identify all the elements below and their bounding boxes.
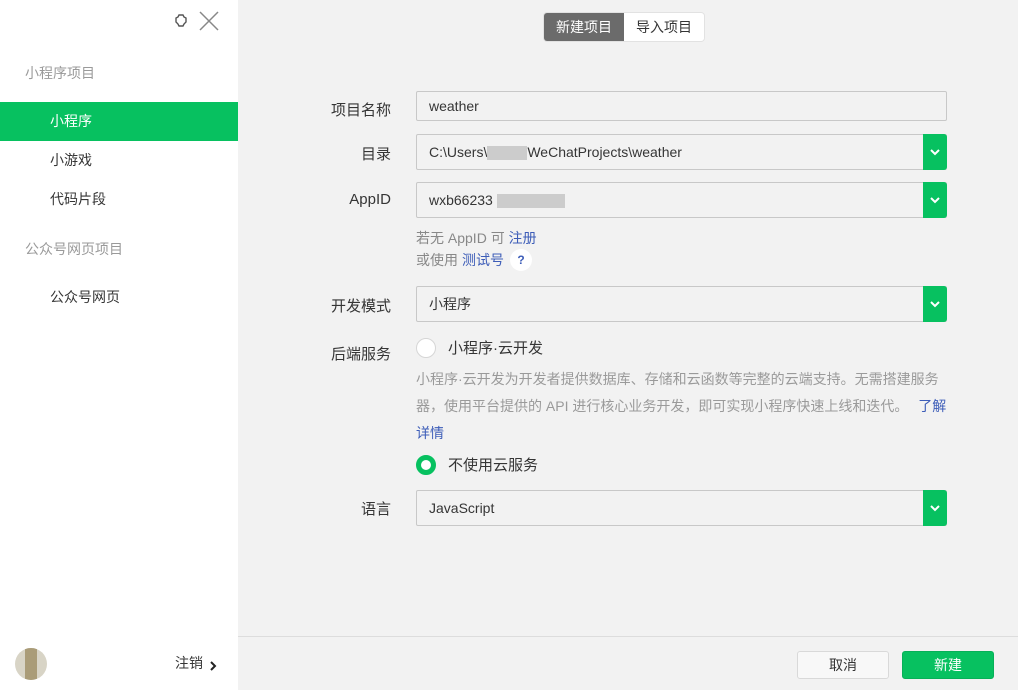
sidebar-item-miniprogram[interactable]: 小程序 xyxy=(0,102,238,141)
main-panel: 新建项目 导入项目 项目名称 weather 目录 C:\Users\ WeCha… xyxy=(238,0,1018,690)
redacted-appid xyxy=(496,194,565,209)
dev-mode-value: 小程序 xyxy=(429,296,471,312)
section-title-official-account: 公众号网页项目 xyxy=(25,241,123,257)
sidebar-item-code-snippet[interactable]: 代码片段 xyxy=(0,180,238,219)
dev-mode-label: 开发模式 xyxy=(330,298,391,315)
radio-unchecked-icon[interactable] xyxy=(416,337,436,358)
language-value: JavaScript xyxy=(429,500,495,516)
sidebar-tools xyxy=(174,10,220,32)
sidebar-item-minigame[interactable]: 小游戏 xyxy=(0,141,238,180)
language-label: 语言 xyxy=(360,501,391,518)
directory-value-prefix: C:\Users\ xyxy=(429,144,488,160)
project-name-label: 项目名称 xyxy=(330,102,391,119)
cloud-dev-description: 小程序·云开发为开发者提供数据库、存储和云函数等完整的云端支持。无需搭建服务器，… xyxy=(416,366,951,447)
project-name-value: weather xyxy=(429,98,479,114)
appid-dropdown-button[interactable] xyxy=(923,182,947,218)
test-hint-text: 或使用 xyxy=(416,252,458,268)
radio-checked-icon[interactable] xyxy=(416,454,436,475)
tab-new-project[interactable]: 新建项目 xyxy=(544,13,624,41)
appid-label: AppID xyxy=(349,191,391,208)
language-dropdown-button[interactable] xyxy=(923,490,947,526)
cancel-button[interactable]: 取消 xyxy=(797,651,889,679)
radio-no-cloud[interactable]: 不使用云服务 xyxy=(416,454,538,475)
appid-value: wxb66233 xyxy=(429,192,493,208)
chevron-down-icon xyxy=(930,504,940,511)
appid-select[interactable]: wxb66233 xyxy=(416,182,947,218)
directory-value-suffix: WeChatProjects\weather xyxy=(527,144,682,160)
redacted-username xyxy=(487,146,528,161)
radio-no-cloud-label: 不使用云服务 xyxy=(448,457,539,474)
appid-register-hint: 若无 AppID 可 注册 xyxy=(416,228,537,248)
footer-bar: 取消 新建 xyxy=(238,636,1018,690)
chevron-right-icon xyxy=(209,658,217,671)
appid-test-hint: 或使用 测试号 ? xyxy=(416,249,532,271)
dev-mode-select[interactable]: 小程序 xyxy=(416,286,947,322)
logout-label: 注销 xyxy=(175,655,203,671)
radio-cloud-dev[interactable]: 小程序·云开发 xyxy=(416,337,543,358)
dev-mode-dropdown-button[interactable] xyxy=(923,286,947,322)
register-hint-text: 若无 AppID 可 xyxy=(416,230,505,246)
help-icon[interactable]: ? xyxy=(510,249,532,271)
avatar[interactable] xyxy=(15,648,47,680)
register-link[interactable]: 注册 xyxy=(509,230,537,246)
gear-icon[interactable] xyxy=(174,14,188,28)
directory-select[interactable]: C:\Users\ WeChatProjects\weather xyxy=(416,134,947,170)
chevron-down-icon xyxy=(930,300,940,307)
language-select[interactable]: JavaScript xyxy=(416,490,947,526)
project-tabs: 新建项目 导入项目 xyxy=(544,13,704,41)
project-name-input[interactable]: weather xyxy=(416,91,947,121)
tab-import-project[interactable]: 导入项目 xyxy=(624,13,704,41)
close-icon[interactable] xyxy=(198,10,220,32)
chevron-down-icon xyxy=(930,196,940,203)
sidebar: 小程序项目 小程序 小游戏 代码片段 公众号网页项目 公众号网页 注销 xyxy=(0,0,238,690)
logout-button[interactable]: 注销 xyxy=(175,653,217,673)
chevron-down-icon xyxy=(930,148,940,155)
sidebar-item-official-account-web[interactable]: 公众号网页 xyxy=(0,278,238,317)
backend-label: 后端服务 xyxy=(330,346,391,363)
create-button[interactable]: 新建 xyxy=(902,651,994,679)
directory-dropdown-button[interactable] xyxy=(923,134,947,170)
radio-cloud-dev-label: 小程序·云开发 xyxy=(448,340,543,357)
cloud-dev-description-text: 小程序·云开发为开发者提供数据库、存储和云函数等完整的云端支持。无需搭建服务器，… xyxy=(416,371,939,414)
directory-label: 目录 xyxy=(360,146,391,163)
section-title-miniprogram: 小程序项目 xyxy=(25,65,95,81)
test-account-link[interactable]: 测试号 xyxy=(462,250,504,270)
